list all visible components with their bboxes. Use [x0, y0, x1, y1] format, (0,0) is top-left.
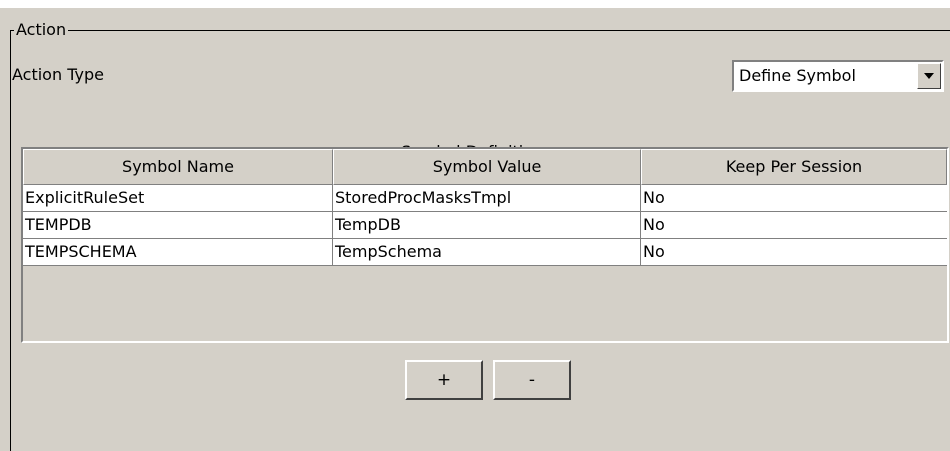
- table-row[interactable]: TEMPSCHEMA TempSchema No: [23, 239, 947, 266]
- chevron-down-icon: [924, 73, 934, 79]
- cell-symbol-name[interactable]: TEMPDB: [23, 212, 333, 239]
- cell-keep-per-session[interactable]: No: [641, 239, 947, 266]
- cell-keep-per-session[interactable]: No: [641, 185, 947, 212]
- action-group-legend: Action: [14, 19, 69, 41]
- action-type-label: Action Type: [12, 65, 104, 84]
- cell-symbol-value[interactable]: TempSchema: [333, 239, 641, 266]
- column-header-symbol-value[interactable]: Symbol Value: [333, 149, 641, 185]
- symbol-definition-table: Symbol Name Symbol Value Keep Per Sessio…: [21, 147, 949, 343]
- cell-symbol-value[interactable]: TempDB: [333, 212, 641, 239]
- remove-symbol-button[interactable]: -: [493, 360, 571, 400]
- top-strip: [0, 0, 950, 8]
- cell-keep-per-session[interactable]: No: [641, 212, 947, 239]
- table-row[interactable]: TEMPDB TempDB No: [23, 212, 947, 239]
- table-row[interactable]: ExplicitRuleSet StoredProcMasksTmpl No: [23, 185, 947, 212]
- add-symbol-button[interactable]: +: [405, 360, 483, 400]
- cell-symbol-value[interactable]: StoredProcMasksTmpl: [333, 185, 641, 212]
- action-type-dropdown-button[interactable]: [917, 63, 941, 89]
- cell-symbol-name[interactable]: ExplicitRuleSet: [23, 185, 333, 212]
- column-header-keep-per-session[interactable]: Keep Per Session: [641, 149, 947, 185]
- column-header-symbol-name[interactable]: Symbol Name: [23, 149, 333, 185]
- action-type-combo[interactable]: Define Symbol: [732, 60, 944, 92]
- action-type-value: Define Symbol: [739, 66, 856, 85]
- cell-symbol-name[interactable]: TEMPSCHEMA: [23, 239, 333, 266]
